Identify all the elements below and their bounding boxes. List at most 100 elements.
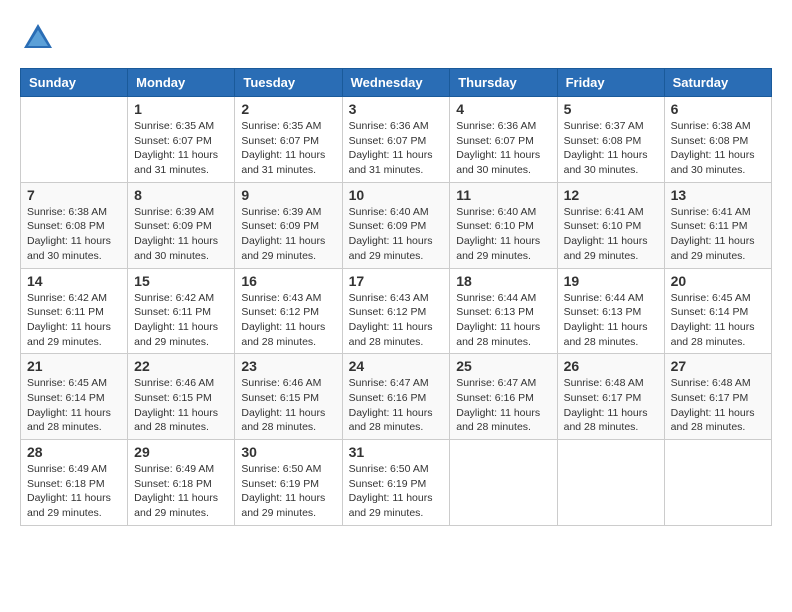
weekday-wednesday: Wednesday xyxy=(342,69,450,97)
day-number: 6 xyxy=(671,101,765,117)
calendar: SundayMondayTuesdayWednesdayThursdayFrid… xyxy=(20,68,772,526)
day-info: Sunrise: 6:37 AMSunset: 6:08 PMDaylight:… xyxy=(564,119,658,178)
day-cell: 23Sunrise: 6:46 AMSunset: 6:15 PMDayligh… xyxy=(235,354,342,440)
day-cell: 30Sunrise: 6:50 AMSunset: 6:19 PMDayligh… xyxy=(235,440,342,526)
day-number: 16 xyxy=(241,273,335,289)
day-number: 19 xyxy=(564,273,658,289)
day-info: Sunrise: 6:35 AMSunset: 6:07 PMDaylight:… xyxy=(134,119,228,178)
day-number: 5 xyxy=(564,101,658,117)
day-number: 15 xyxy=(134,273,228,289)
day-cell: 18 Sunrise: 6:44 AMSunset: 6:13 PMDayligh… xyxy=(450,268,557,354)
day-info: Sunrise: 6:44 AMSunset: 6:13 PMDaylight:… xyxy=(564,291,658,350)
day-number: 14 xyxy=(27,273,121,289)
day-cell: 3 Sunrise: 6:36 AMSunset: 6:07 PMDaylight… xyxy=(342,97,450,183)
day-cell: 10 Sunrise: 6:40 AMSunset: 6:09 PMDayligh… xyxy=(342,182,450,268)
day-number: 26 xyxy=(564,358,658,374)
day-number: 9 xyxy=(241,187,335,203)
day-cell: 26 Sunrise: 6:48 AMSunset: 6:17 PMDayligh… xyxy=(557,354,664,440)
weekday-sunday: Sunday xyxy=(21,69,128,97)
day-cell: 21 Sunrise: 6:45 AMSunset: 6:14 PMDayligh… xyxy=(21,354,128,440)
calendar-body: 1 Sunrise: 6:35 AMSunset: 6:07 PMDaylight… xyxy=(21,97,772,526)
day-cell: 5 Sunrise: 6:37 AMSunset: 6:08 PMDaylight… xyxy=(557,97,664,183)
day-info: Sunrise: 6:50 AMSunset: 6:19 PMDaylight:… xyxy=(241,462,335,521)
day-number: 18 xyxy=(456,273,550,289)
day-cell: 28 Sunrise: 6:49 AMSunset: 6:18 PMDayligh… xyxy=(21,440,128,526)
day-info: Sunrise: 6:45 AMSunset: 6:14 PMDaylight:… xyxy=(671,291,765,350)
day-number: 29 xyxy=(134,444,228,460)
day-info: Sunrise: 6:45 AMSunset: 6:14 PMDaylight:… xyxy=(27,376,121,435)
day-info: Sunrise: 6:39 AMSunset: 6:09 PMDaylight:… xyxy=(134,205,228,264)
weekday-monday: Monday xyxy=(128,69,235,97)
week-row-3: 21 Sunrise: 6:45 AMSunset: 6:14 PMDayligh… xyxy=(21,354,772,440)
day-number: 31 xyxy=(349,444,444,460)
day-info: Sunrise: 6:43 AMSunset: 6:12 PMDaylight:… xyxy=(349,291,444,350)
day-cell: 17 Sunrise: 6:43 AMSunset: 6:12 PMDayligh… xyxy=(342,268,450,354)
day-cell: 20 Sunrise: 6:45 AMSunset: 6:14 PMDayligh… xyxy=(664,268,771,354)
day-info: Sunrise: 6:49 AMSunset: 6:18 PMDaylight:… xyxy=(27,462,121,521)
day-cell: 16 Sunrise: 6:43 AMSunset: 6:12 PMDayligh… xyxy=(235,268,342,354)
day-info: Sunrise: 6:41 AMSunset: 6:11 PMDaylight:… xyxy=(671,205,765,264)
day-cell xyxy=(21,97,128,183)
day-cell: 24 Sunrise: 6:47 AMSunset: 6:16 PMDayligh… xyxy=(342,354,450,440)
logo-icon xyxy=(20,20,52,52)
weekday-saturday: Saturday xyxy=(664,69,771,97)
day-number: 12 xyxy=(564,187,658,203)
day-info: Sunrise: 6:46 AMSunset: 6:15 PMDaylight:… xyxy=(134,376,228,435)
day-number: 13 xyxy=(671,187,765,203)
day-cell: 1 Sunrise: 6:35 AMSunset: 6:07 PMDaylight… xyxy=(128,97,235,183)
day-number: 7 xyxy=(27,187,121,203)
week-row-2: 14 Sunrise: 6:42 AMSunset: 6:11 PMDayligh… xyxy=(21,268,772,354)
day-cell: 25Sunrise: 6:47 AMSunset: 6:16 PMDayligh… xyxy=(450,354,557,440)
day-info: Sunrise: 6:40 AMSunset: 6:10 PMDaylight:… xyxy=(456,205,550,264)
day-info: Sunrise: 6:36 AMSunset: 6:07 PMDaylight:… xyxy=(456,119,550,178)
day-number: 4 xyxy=(456,101,550,117)
day-number: 23 xyxy=(241,358,335,374)
day-cell: 6Sunrise: 6:38 AMSunset: 6:08 PMDaylight… xyxy=(664,97,771,183)
day-info: Sunrise: 6:36 AMSunset: 6:07 PMDaylight:… xyxy=(349,119,444,178)
day-number: 17 xyxy=(349,273,444,289)
logo xyxy=(20,20,56,52)
day-cell: 2 Sunrise: 6:35 AMSunset: 6:07 PMDaylight… xyxy=(235,97,342,183)
day-info: Sunrise: 6:42 AMSunset: 6:11 PMDaylight:… xyxy=(134,291,228,350)
day-info: Sunrise: 6:48 AMSunset: 6:17 PMDaylight:… xyxy=(671,376,765,435)
day-number: 21 xyxy=(27,358,121,374)
day-number: 2 xyxy=(241,101,335,117)
weekday-friday: Friday xyxy=(557,69,664,97)
day-info: Sunrise: 6:49 AMSunset: 6:18 PMDaylight:… xyxy=(134,462,228,521)
day-number: 20 xyxy=(671,273,765,289)
day-info: Sunrise: 6:48 AMSunset: 6:17 PMDaylight:… xyxy=(564,376,658,435)
page-header xyxy=(20,20,772,52)
day-info: Sunrise: 6:39 AMSunset: 6:09 PMDaylight:… xyxy=(241,205,335,264)
day-cell: 31 Sunrise: 6:50 AMSunset: 6:19 PMDayligh… xyxy=(342,440,450,526)
week-row-4: 28 Sunrise: 6:49 AMSunset: 6:18 PMDayligh… xyxy=(21,440,772,526)
day-cell: 22Sunrise: 6:46 AMSunset: 6:15 PMDayligh… xyxy=(128,354,235,440)
day-cell: 14Sunrise: 6:42 AMSunset: 6:11 PMDayligh… xyxy=(21,268,128,354)
calendar-header: SundayMondayTuesdayWednesdayThursdayFrid… xyxy=(21,69,772,97)
day-number: 25 xyxy=(456,358,550,374)
weekday-thursday: Thursday xyxy=(450,69,557,97)
day-cell: 8 Sunrise: 6:39 AMSunset: 6:09 PMDaylight… xyxy=(128,182,235,268)
day-cell: 29 Sunrise: 6:49 AMSunset: 6:18 PMDayligh… xyxy=(128,440,235,526)
day-number: 28 xyxy=(27,444,121,460)
day-number: 1 xyxy=(134,101,228,117)
day-cell xyxy=(664,440,771,526)
day-number: 10 xyxy=(349,187,444,203)
week-row-1: 7 Sunrise: 6:38 AMSunset: 6:08 PMDaylight… xyxy=(21,182,772,268)
day-info: Sunrise: 6:38 AMSunset: 6:08 PMDaylight:… xyxy=(27,205,121,264)
day-number: 8 xyxy=(134,187,228,203)
day-info: Sunrise: 6:40 AMSunset: 6:09 PMDaylight:… xyxy=(349,205,444,264)
day-cell: 7 Sunrise: 6:38 AMSunset: 6:08 PMDaylight… xyxy=(21,182,128,268)
day-number: 11 xyxy=(456,187,550,203)
day-cell xyxy=(450,440,557,526)
day-info: Sunrise: 6:47 AMSunset: 6:16 PMDaylight:… xyxy=(349,376,444,435)
day-info: Sunrise: 6:35 AMSunset: 6:07 PMDaylight:… xyxy=(241,119,335,178)
day-info: Sunrise: 6:44 AMSunset: 6:13 PMDaylight:… xyxy=(456,291,550,350)
day-number: 27 xyxy=(671,358,765,374)
week-row-0: 1 Sunrise: 6:35 AMSunset: 6:07 PMDaylight… xyxy=(21,97,772,183)
day-number: 3 xyxy=(349,101,444,117)
day-cell xyxy=(557,440,664,526)
day-number: 24 xyxy=(349,358,444,374)
day-info: Sunrise: 6:50 AMSunset: 6:19 PMDaylight:… xyxy=(349,462,444,521)
day-cell: 13 Sunrise: 6:41 AMSunset: 6:11 PMDayligh… xyxy=(664,182,771,268)
day-info: Sunrise: 6:43 AMSunset: 6:12 PMDaylight:… xyxy=(241,291,335,350)
